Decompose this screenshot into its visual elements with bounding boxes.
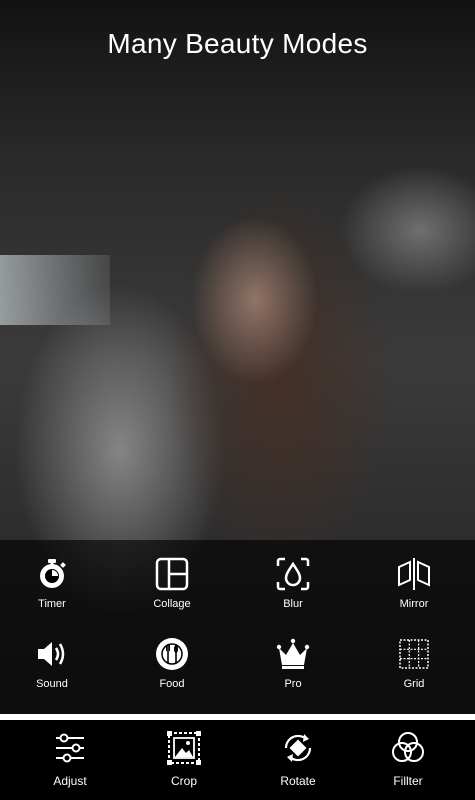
mode-label: Mirror: [399, 598, 429, 610]
tool-crop[interactable]: Crop: [134, 728, 234, 788]
tool-adjust[interactable]: Adjust: [20, 728, 120, 788]
blur-icon: [276, 557, 310, 591]
mode-label: Timer: [38, 598, 66, 610]
mode-timer[interactable]: Timer: [2, 554, 102, 610]
headline: Many Beauty Modes: [107, 28, 368, 59]
mode-mirror[interactable]: Mirror: [364, 554, 464, 610]
crown-icon: [276, 638, 310, 669]
sliders-icon: [56, 733, 84, 763]
tool-rotate[interactable]: Rotate: [248, 728, 348, 788]
tool-label: Rotate: [280, 774, 316, 788]
grid-icon: [399, 639, 429, 669]
collage-icon: [155, 557, 189, 591]
mode-collage[interactable]: Collage: [122, 554, 222, 610]
mode-label: Collage: [153, 598, 191, 610]
mode-food[interactable]: Food: [122, 634, 222, 690]
mirror-icon: [398, 558, 430, 590]
bottom-toolbar: Adjust Crop Rotate Fillter: [0, 720, 475, 800]
filter-icon: [392, 732, 424, 762]
window-light: [0, 255, 110, 325]
mode-label: Blur: [283, 598, 303, 610]
mode-grid[interactable]: Grid: [364, 634, 464, 690]
crop-icon: [167, 731, 201, 765]
timer-icon: [40, 559, 66, 588]
mode-pro[interactable]: Pro: [243, 634, 343, 690]
mode-label: Sound: [36, 678, 68, 690]
mode-sound[interactable]: Sound: [2, 634, 102, 690]
tool-label: Fillter: [393, 774, 423, 788]
rotate-icon: [284, 734, 312, 762]
food-icon: [156, 638, 188, 670]
mode-blur[interactable]: Blur: [243, 554, 343, 610]
modes-panel: Timer Collage Blur Mirror Sound Food Pro…: [0, 540, 475, 714]
mode-label: Grid: [403, 678, 425, 690]
mode-label: Pro: [284, 678, 302, 690]
mode-label: Food: [159, 678, 185, 690]
tool-label: Crop: [170, 774, 197, 788]
tool-filter[interactable]: Fillter: [358, 728, 458, 788]
tool-label: Adjust: [53, 774, 87, 788]
sound-icon: [38, 642, 65, 666]
